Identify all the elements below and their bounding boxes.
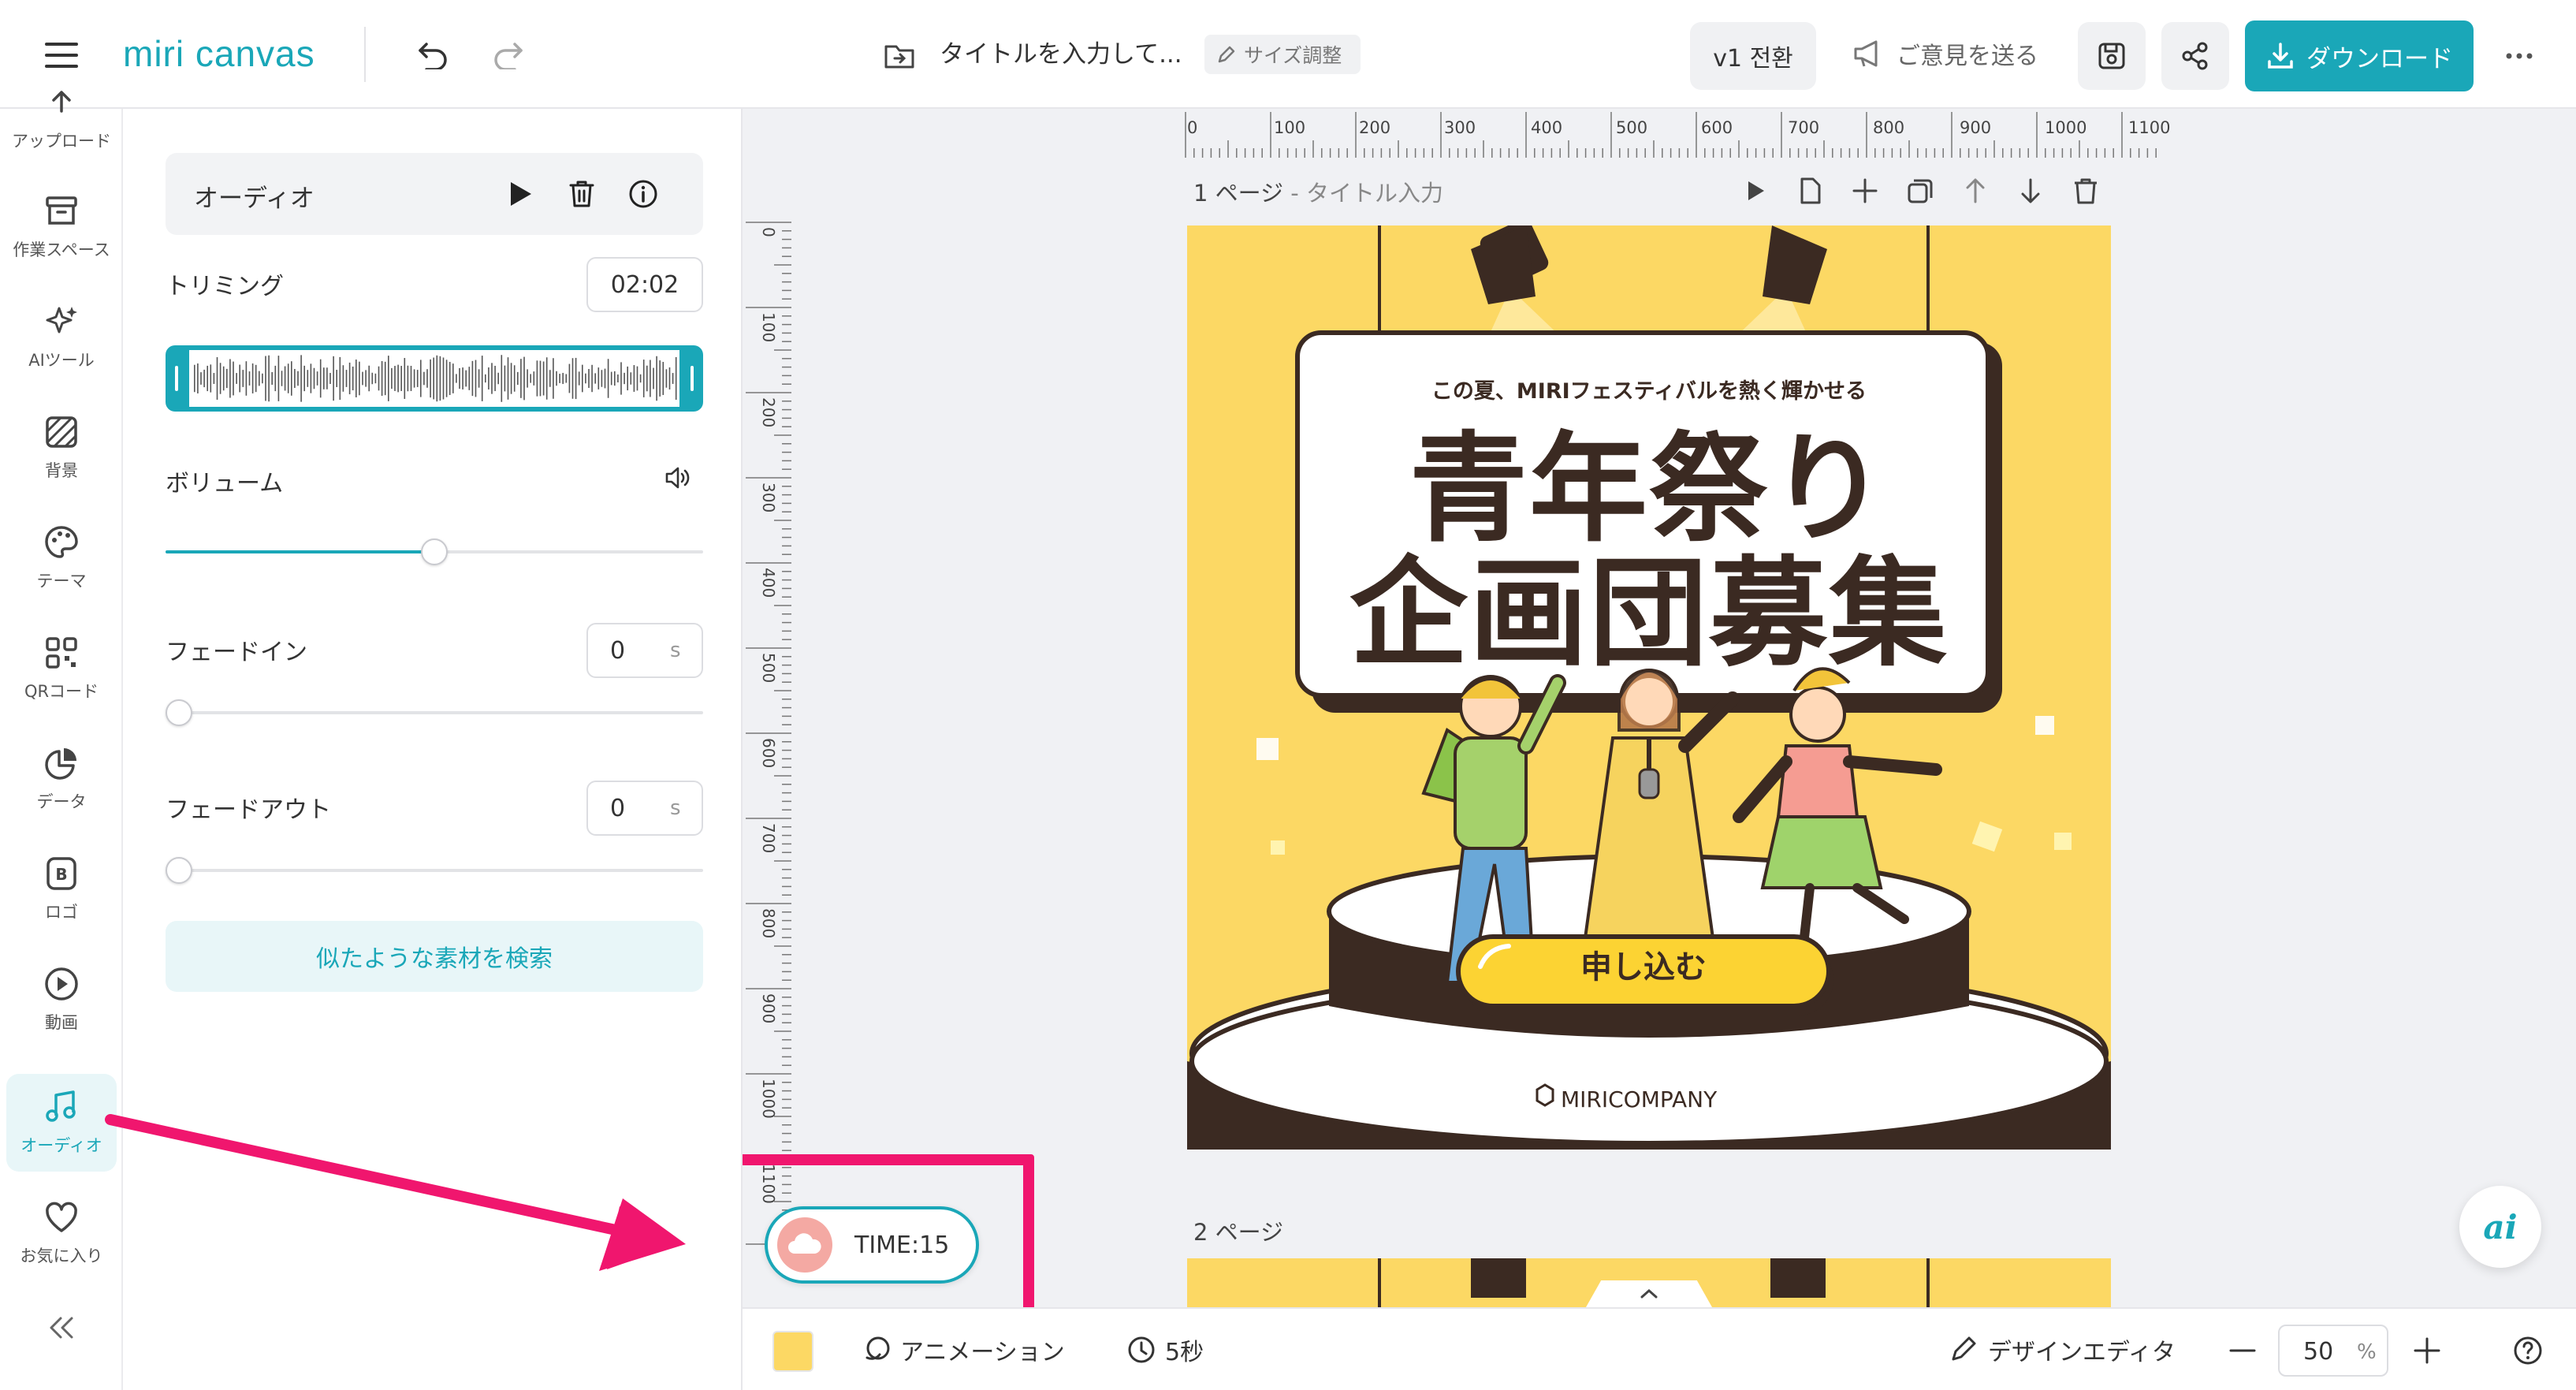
annotation-arrow <box>105 1114 686 1271</box>
